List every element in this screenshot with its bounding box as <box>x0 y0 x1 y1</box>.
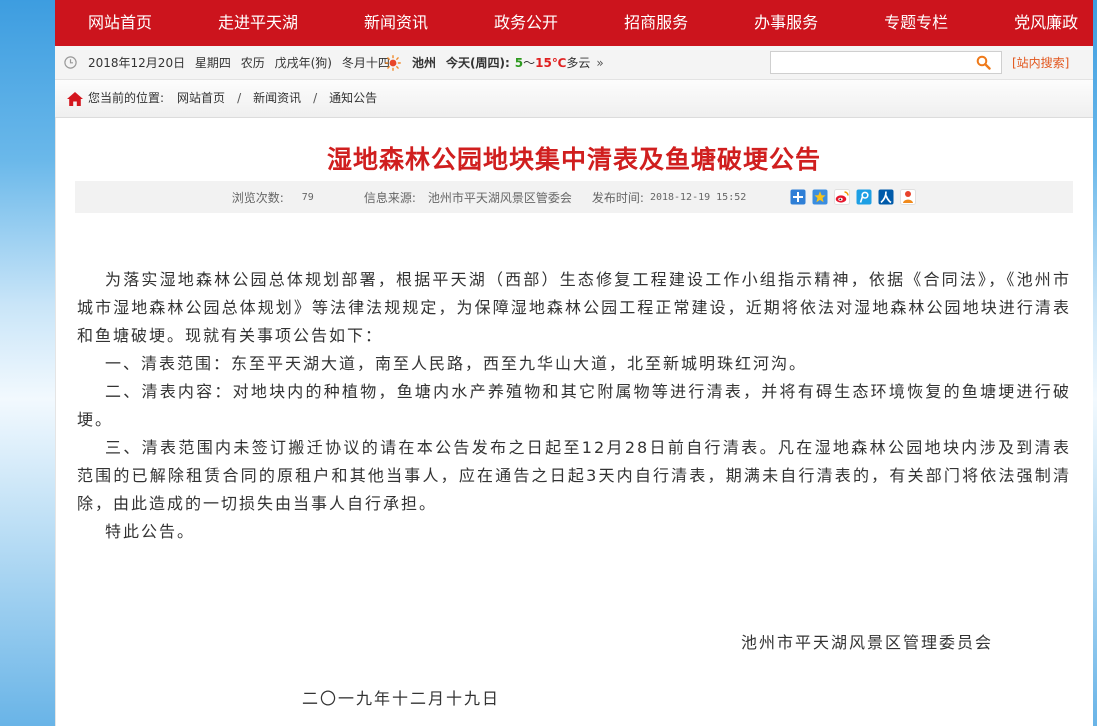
search-input[interactable] <box>770 51 1002 74</box>
views-count: 79 <box>301 191 314 203</box>
lunar-day: 冬月十四 <box>341 56 390 70</box>
share-bar <box>790 189 917 205</box>
article-sign-date: 二〇一九年十二月十九日 <box>302 689 501 708</box>
nav-item-investment[interactable]: 招商服务 <box>624 0 688 46</box>
article-paragraph: 二、清表内容：对地块内的种植物，鱼塘内水产养殖物和其它附属物等进行清表，并将有碍… <box>77 382 1071 429</box>
nav-item-government[interactable]: 政务公开 <box>494 0 558 46</box>
article-paragraph: 三、清表范围内未签订搬迁协议的请在本公告发布之日起至12月28日前自行清表。凡在… <box>77 438 1071 513</box>
clock-icon <box>64 56 77 69</box>
sun-icon <box>385 55 401 71</box>
renren-icon[interactable] <box>878 189 894 205</box>
article-signature: 池州市平天湖风景区管理委员会 <box>740 633 993 652</box>
tencent-weibo-icon[interactable] <box>856 189 872 205</box>
current-date: 2018年12月20日 星期四 农历 戊戌年(狗) 冬月十四 <box>88 46 396 80</box>
nav-item-topics[interactable]: 专题专栏 <box>884 0 948 46</box>
breadcrumb-item-home[interactable]: 网站首页 <box>177 91 225 105</box>
weather-condition: 多云 <box>566 56 591 70</box>
breadcrumb-path: 您当前的位置: 网站首页 / 新闻资讯 / 通知公告 <box>88 80 377 117</box>
article-paragraph: 一、清表范围：东至平天湖大道，南至人民路，西至九华山大道，北至新城明珠红河沟。 <box>105 354 808 373</box>
source-value: 池州市平天湖风景区管委会 <box>427 190 572 205</box>
page-container: 网站首页 走进平天湖 新闻资讯 政务公开 招商服务 办事服务 专题专栏 党风廉政… <box>55 0 1093 726</box>
article-title: 湿地森林公园地块集中清表及鱼塘破埂公告 <box>326 145 821 174</box>
publish-time-value: 2018-12-19 15:52 <box>649 191 747 203</box>
breadcrumb-item-notices[interactable]: 通知公告 <box>329 91 377 105</box>
nav-item-about[interactable]: 走进平天湖 <box>218 0 298 46</box>
breadcrumb-separator: / <box>313 91 318 105</box>
weekday-text: 星期四 <box>194 56 231 70</box>
article-body: 为落实湿地森林公园总体规划部署，根据平天湖（西部）生态修复工程建设工作小组指示精… <box>77 266 1071 546</box>
home-icon <box>67 92 83 106</box>
weather-more-link[interactable]: » <box>596 56 603 70</box>
breadcrumb-item-news[interactable]: 新闻资讯 <box>253 91 301 105</box>
lunar-year: 戊戌年(狗) <box>274 56 332 70</box>
kaixin-icon[interactable] <box>900 189 917 205</box>
sina-weibo-icon[interactable] <box>834 189 851 205</box>
search-icon[interactable] <box>976 55 991 70</box>
lunar-label: 农历 <box>240 56 265 70</box>
breadcrumb-separator: / <box>237 91 242 105</box>
article-meta: 浏览次数: 79 信息来源: 池州市平天湖风景区管委会 发布时间: 2018-1… <box>75 181 1073 213</box>
content-divider <box>55 118 56 726</box>
weather-city: 池州 <box>412 56 437 70</box>
site-search-button[interactable]: [站内搜索] <box>1012 46 1069 80</box>
qzone-icon[interactable] <box>812 189 828 205</box>
weather-high-temp: 15℃ <box>535 56 567 70</box>
main-nav: 网站首页 走进平天湖 新闻资讯 政务公开 招商服务 办事服务 专题专栏 党风廉政 <box>55 0 1093 46</box>
breadcrumb-prefix: 您当前的位置: <box>88 91 165 105</box>
nav-item-services[interactable]: 办事服务 <box>754 0 818 46</box>
breadcrumb: 您当前的位置: 网站首页 / 新闻资讯 / 通知公告 <box>55 80 1093 118</box>
weather-temp-separator: ～ <box>523 56 536 70</box>
weather-widget: 池州 今天(周四): 5～15℃多云 » <box>412 46 604 80</box>
date-text: 2018年12月20日 <box>88 56 186 70</box>
info-bar: 2018年12月20日 星期四 农历 戊戌年(狗) 冬月十四 池州 今天(周四):… <box>55 46 1093 80</box>
share-more-icon[interactable] <box>790 189 806 205</box>
weather-low-temp: 5 <box>514 56 524 70</box>
nav-item-home[interactable]: 网站首页 <box>88 0 152 46</box>
publish-time-label: 发布时间: <box>591 190 644 205</box>
source-label: 信息来源: <box>363 190 416 205</box>
article-paragraph: 为落实湿地森林公园总体规划部署，根据平天湖（西部）生态修复工程建设工作小组指示精… <box>77 270 1071 345</box>
article-paragraph: 特此公告。 <box>105 522 196 541</box>
weather-day-label: 今天(周四): <box>446 56 510 70</box>
nav-item-news[interactable]: 新闻资讯 <box>364 0 428 46</box>
nav-item-integrity[interactable]: 党风廉政 <box>1014 0 1078 46</box>
views-label: 浏览次数: <box>231 190 284 205</box>
